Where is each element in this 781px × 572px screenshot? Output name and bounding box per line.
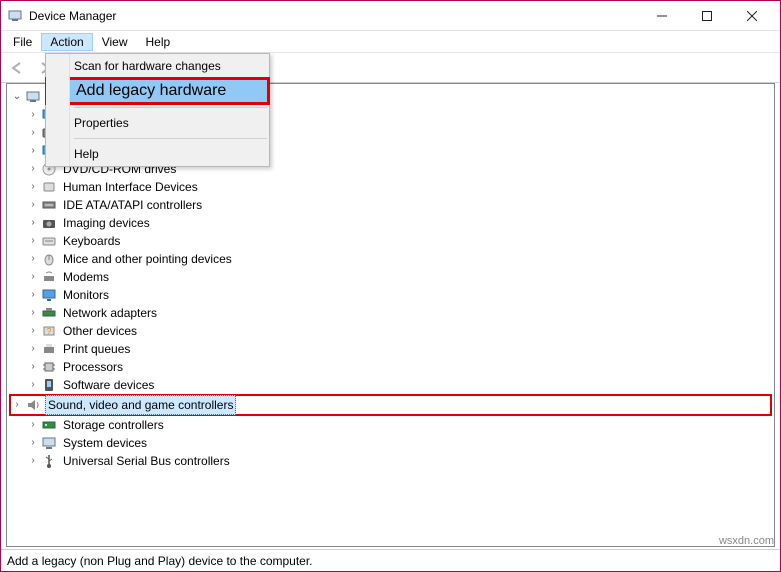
expand-icon[interactable]: › [27, 181, 39, 193]
tree-item-processors[interactable]: ›Processors [9, 358, 772, 376]
menu-help-item[interactable]: Help [46, 142, 269, 166]
status-text: Add a legacy (non Plug and Play) device … [7, 554, 313, 568]
expand-icon[interactable]: › [27, 289, 39, 301]
back-button[interactable] [7, 57, 29, 79]
dropdown-separator [74, 138, 267, 139]
dropdown-separator [74, 107, 267, 108]
camera-icon [41, 215, 57, 231]
modem-icon [41, 269, 57, 285]
tree-item-mice[interactable]: ›Mice and other pointing devices [9, 250, 772, 268]
menu-help[interactable]: Help [137, 33, 180, 51]
expand-icon[interactable]: › [27, 437, 39, 449]
svg-text:?: ? [47, 327, 52, 336]
storage-icon [41, 417, 57, 433]
expand-icon[interactable]: › [27, 127, 39, 139]
menu-action[interactable]: Action [41, 33, 92, 51]
other-icon: ? [41, 323, 57, 339]
collapse-icon[interactable]: ⌄ [11, 91, 23, 103]
expand-icon[interactable]: › [27, 379, 39, 391]
maximize-button[interactable] [684, 2, 729, 30]
tree-item-sound-label: Sound, video and game controllers [45, 395, 236, 415]
expand-icon[interactable]: › [27, 361, 39, 373]
close-button[interactable] [729, 2, 774, 30]
cpu-icon [41, 359, 57, 375]
minimize-button[interactable] [639, 2, 684, 30]
ide-icon [41, 197, 57, 213]
computer-root-icon [25, 89, 41, 105]
app-icon [7, 8, 23, 24]
menu-scan-hardware[interactable]: Scan for hardware changes [46, 54, 269, 78]
tree-item-software[interactable]: ›Software devices [9, 376, 772, 394]
tree-item-hid[interactable]: ›Human Interface Devices [9, 178, 772, 196]
tree-item-print-queues[interactable]: ›Print queues [9, 340, 772, 358]
tree-item-system[interactable]: ›System devices [9, 434, 772, 452]
tree-item-ide[interactable]: ›IDE ATA/ATAPI controllers [9, 196, 772, 214]
menu-properties[interactable]: Properties [46, 111, 269, 135]
software-icon [41, 377, 57, 393]
expand-icon[interactable]: › [27, 109, 39, 121]
status-bar: Add a legacy (non Plug and Play) device … [1, 549, 780, 571]
tree-item-imaging[interactable]: ›Imaging devices [9, 214, 772, 232]
expand-icon[interactable]: › [27, 163, 39, 175]
expand-icon[interactable]: › [27, 253, 39, 265]
hid-icon [41, 179, 57, 195]
expand-icon[interactable]: › [27, 271, 39, 283]
watermark: wsxdn.com [719, 535, 774, 547]
keyboard-icon [41, 233, 57, 249]
expand-icon[interactable]: › [27, 235, 39, 247]
speaker-icon [25, 397, 41, 413]
expand-icon[interactable]: › [11, 399, 23, 411]
action-dropdown: Scan for hardware changes Add legacy har… [45, 53, 270, 167]
expand-icon[interactable]: › [27, 145, 39, 157]
window-title: Device Manager [29, 9, 639, 23]
menu-view[interactable]: View [93, 33, 137, 51]
monitor-icon [41, 287, 57, 303]
mouse-icon [41, 251, 57, 267]
menu-add-legacy-highlight: Add legacy hardware [45, 77, 270, 105]
tree-item-other[interactable]: ›?Other devices [9, 322, 772, 340]
expand-icon[interactable]: › [27, 217, 39, 229]
tree-item-sound[interactable]: › Sound, video and game controllers [11, 396, 236, 414]
tree-item-sound-highlight: › Sound, video and game controllers [9, 394, 772, 416]
expand-icon[interactable]: › [27, 307, 39, 319]
tree-item-network[interactable]: ›Network adapters [9, 304, 772, 322]
expand-icon[interactable]: › [27, 455, 39, 467]
menu-add-legacy-hardware[interactable]: Add legacy hardware [48, 80, 267, 102]
tree-item-keyboards[interactable]: ›Keyboards [9, 232, 772, 250]
network-icon [41, 305, 57, 321]
expand-icon[interactable]: › [27, 199, 39, 211]
title-bar: Device Manager [1, 1, 780, 31]
system-icon [41, 435, 57, 451]
tree-item-storage[interactable]: ›Storage controllers [9, 416, 772, 434]
expand-icon[interactable]: › [27, 343, 39, 355]
menu-file[interactable]: File [4, 33, 41, 51]
usb-icon [41, 453, 57, 469]
tree-item-modems[interactable]: ›Modems [9, 268, 772, 286]
printer-icon [41, 341, 57, 357]
menu-bar: File Action View Help [1, 31, 780, 53]
tree-item-monitors[interactable]: ›Monitors [9, 286, 772, 304]
expand-icon[interactable]: › [27, 419, 39, 431]
expand-icon[interactable]: › [27, 325, 39, 337]
tree-item-usb[interactable]: ›Universal Serial Bus controllers [9, 452, 772, 470]
